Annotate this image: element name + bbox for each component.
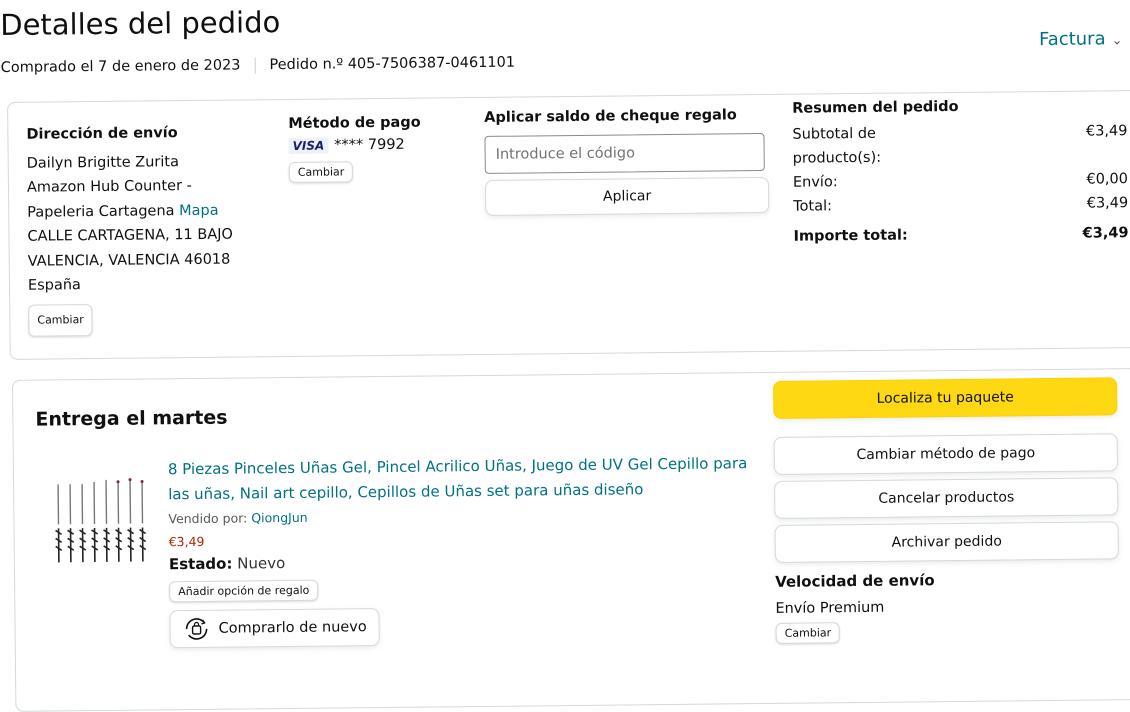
visa-icon: VISA xyxy=(288,138,328,154)
order-number: Pedido n.º 405-7506387-0461101 xyxy=(269,55,515,74)
summary-row: Subtotal de producto(s): €3,49 xyxy=(792,119,1127,171)
shipping-speed-value: Envío Premium xyxy=(775,597,1119,617)
summary-row: Total: €3,49 xyxy=(793,191,1128,219)
summary-heading: Resumen del pedido xyxy=(792,97,1127,117)
cancel-items-button[interactable]: Cancelar productos xyxy=(774,477,1118,519)
product-image[interactable] xyxy=(52,477,149,568)
change-speed-button[interactable]: Cambiar xyxy=(776,622,841,644)
shipping-speed: Velocidad de envío Envío Premium Cambiar xyxy=(775,569,1120,644)
address-line-1: Amazon Hub Counter - xyxy=(27,173,272,200)
address-line-2: Papeleria Cartagena xyxy=(27,203,174,221)
sold-by-label: Vendido por: xyxy=(168,510,247,526)
gift-card-heading: Aplicar saldo de cheque regalo xyxy=(484,107,774,126)
gift-card-section: Aplicar saldo de cheque regalo Introduce… xyxy=(484,107,775,216)
address-line-4: VALENCIA, VALENCIA 46018 xyxy=(28,247,273,274)
summary-row: Envío: €0,00 xyxy=(793,167,1128,195)
archive-order-button[interactable]: Archivar pedido xyxy=(775,521,1119,563)
invoice-dropdown[interactable]: Factura ⌄ xyxy=(1039,28,1123,50)
change-payment-method-button[interactable]: Cambiar método de pago xyxy=(774,433,1118,475)
order-summary: Resumen del pedido Subtotal de producto(… xyxy=(792,97,1129,248)
card-number: **** 7992 xyxy=(334,137,405,154)
recipient-name: Dailyn Brigitte Zurita xyxy=(27,149,272,176)
gift-code-input[interactable]: Introduce el código xyxy=(484,133,764,174)
shipping-address: Dirección de envío Dailyn Brigitte Zurit… xyxy=(26,120,273,337)
summary-label: Total: xyxy=(793,194,832,218)
order-meta: Comprado el 7 de enero de 2023 Pedido n.º… xyxy=(1,55,516,76)
shipment-actions: Localiza tu paquete Cambiar método de pa… xyxy=(773,377,1120,644)
buy-again-label[interactable]: Comprarlo de nuevo xyxy=(219,619,367,637)
summary-label: Subtotal de producto(s): xyxy=(792,121,912,170)
summary-value: €3,49 xyxy=(1086,119,1128,167)
change-address-button[interactable]: Cambiar xyxy=(28,304,93,337)
seller-line: Vendido por: QiongJun xyxy=(168,505,748,526)
apply-gift-button[interactable]: Aplicar xyxy=(485,177,769,216)
product-price: €3,49 xyxy=(169,528,749,549)
map-link[interactable]: Mapa xyxy=(179,202,219,218)
product-title-link[interactable]: 8 Piezas Pinceles Uñas Gel, Pincel Acril… xyxy=(168,451,748,507)
delivery-heading: Entrega el martes xyxy=(35,407,227,431)
divider xyxy=(254,57,255,73)
buy-again-button[interactable]: Comprarlo de nuevo xyxy=(169,608,380,648)
address-country: España xyxy=(28,271,273,298)
shipping-heading: Dirección de envío xyxy=(26,120,271,147)
purchase-date: Comprado el 7 de enero de 2023 xyxy=(1,57,241,76)
track-package-button[interactable]: Localiza tu paquete xyxy=(773,377,1117,419)
order-info-card: Dirección de envío Dailyn Brigitte Zurit… xyxy=(7,90,1130,360)
product-info: 8 Piezas Pinceles Uñas Gel, Pincel Acril… xyxy=(168,451,750,648)
page-title: Detalles del pedido xyxy=(0,5,280,42)
invoice-label[interactable]: Factura xyxy=(1039,28,1106,50)
shipment-card: Entrega el martes 8 Piezas Pinceles Uñas… xyxy=(12,368,1130,712)
shipping-speed-heading: Velocidad de envío xyxy=(775,569,1119,591)
payment-heading: Método de pago xyxy=(288,114,468,132)
summary-value: €3,49 xyxy=(1087,191,1129,215)
order-details-page: Detalles del pedido Comprado el 7 de ene… xyxy=(0,0,1130,705)
chevron-down-icon: ⌄ xyxy=(1112,33,1123,48)
add-gift-option-button[interactable]: Añadir opción de regalo xyxy=(169,580,318,603)
summary-total-row: Importe total: €3,49 xyxy=(793,221,1128,249)
grand-total-value: €3,49 xyxy=(1083,221,1129,245)
grand-total-label: Importe total: xyxy=(793,224,907,249)
payment-method: Método de pago VISA **** 7992 Cambiar xyxy=(288,114,469,183)
condition-value: Nuevo xyxy=(237,554,285,573)
address-line-3: CALLE CARTAGENA, 11 BAJO xyxy=(27,222,272,249)
summary-label: Envío: xyxy=(793,170,838,194)
change-payment-button[interactable]: Cambiar xyxy=(289,161,354,183)
buy-again-icon xyxy=(182,617,210,641)
condition-label: Estado: xyxy=(169,555,233,574)
seller-link[interactable]: QiongJun xyxy=(251,510,308,526)
summary-value: €0,00 xyxy=(1086,167,1128,191)
